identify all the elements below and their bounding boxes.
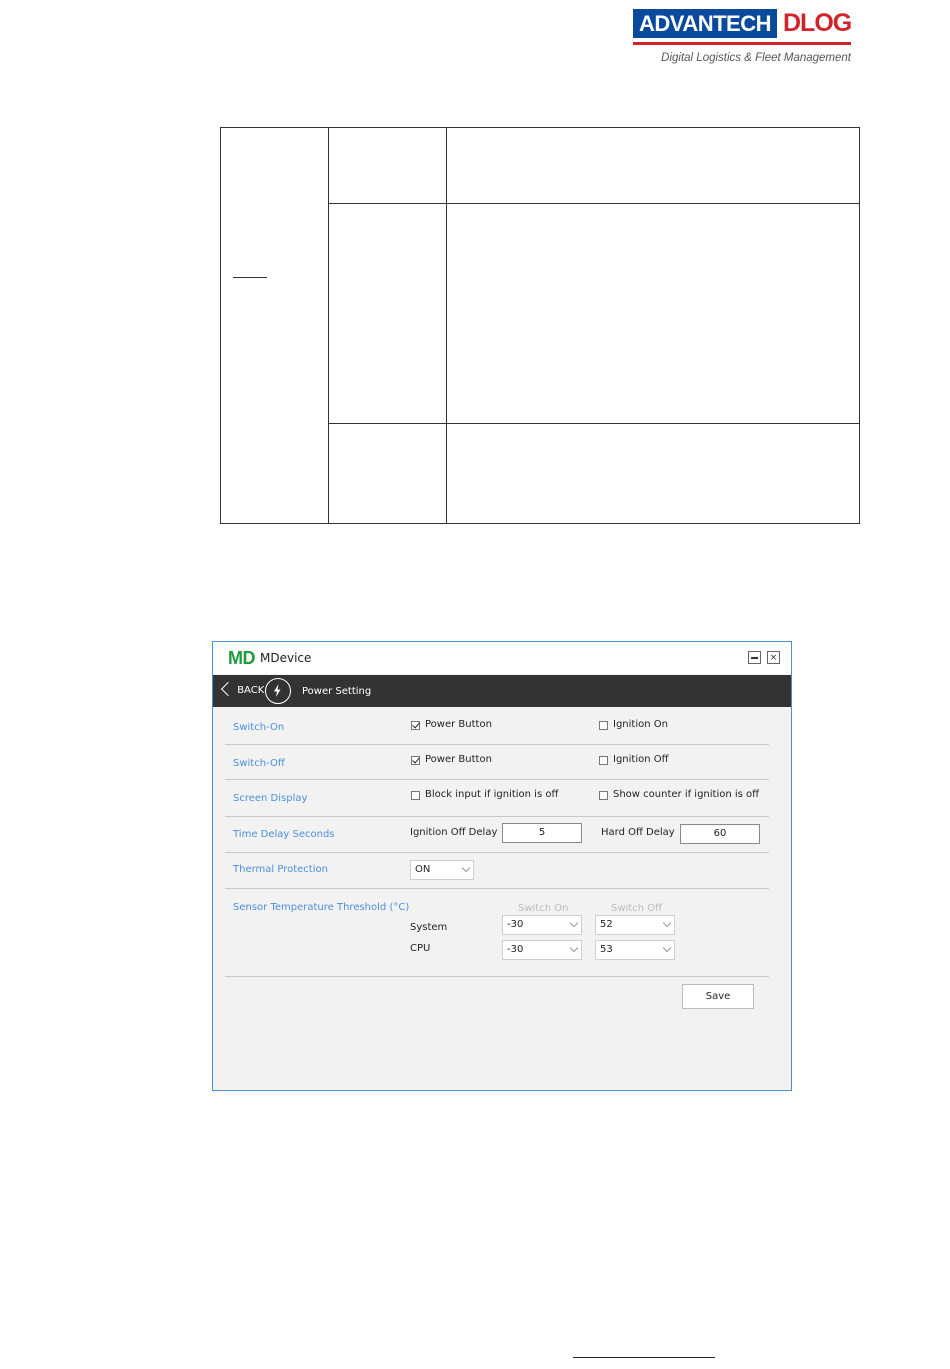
- footer-line: [573, 1357, 715, 1358]
- back-button[interactable]: BACK: [220, 681, 265, 699]
- switch-on-power-button-checkbox[interactable]: [411, 721, 420, 730]
- switch-off-ignition-checkbox[interactable]: [599, 756, 608, 765]
- advantech-logo: ADVANTECH: [633, 9, 777, 38]
- switch-on-column-header: Switch On: [518, 903, 569, 914]
- show-counter-checkbox[interactable]: [599, 791, 608, 800]
- system-switch-on-value: -30: [507, 919, 524, 930]
- logo-divider: [633, 42, 851, 45]
- back-label: BACK: [237, 685, 265, 696]
- hard-off-delay-label: Hard Off Delay: [601, 827, 675, 838]
- cpu-switch-on-select[interactable]: -30: [502, 940, 582, 960]
- close-icon[interactable]: ×: [767, 651, 780, 664]
- sensor-row: Sensor Temperature Threshold (°C) Switch…: [225, 889, 769, 977]
- switch-on-label: Switch-On: [233, 722, 285, 733]
- cpu-switch-off-select[interactable]: 53: [595, 940, 675, 960]
- chevron-down-icon: [662, 943, 672, 953]
- page-title: Power Setting: [302, 686, 372, 697]
- switch-off-power-button-checkbox[interactable]: [411, 756, 420, 765]
- thermal-row: Thermal Protection ON: [225, 853, 769, 889]
- sensor-label: Sensor Temperature Threshold (°C): [233, 902, 410, 913]
- switch-on-ignition-checkbox[interactable]: [599, 721, 608, 730]
- screen-display-label: Screen Display: [233, 793, 308, 804]
- thermal-value: ON: [415, 864, 431, 875]
- document-table: [220, 127, 860, 524]
- switch-on-ignition-label: Ignition On: [613, 719, 668, 730]
- chevron-down-icon: [569, 943, 579, 953]
- switch-off-power-button-label: Power Button: [425, 754, 492, 765]
- brand-tagline: Digital Logistics & Fleet Management: [661, 52, 851, 64]
- nav-bar: BACK Power Setting: [213, 675, 791, 707]
- block-input-label: Block input if ignition is off: [425, 789, 559, 800]
- ignition-off-delay-label: Ignition Off Delay: [410, 827, 498, 838]
- power-icon: [265, 678, 291, 704]
- system-label: System: [410, 922, 448, 933]
- mdevice-window: MD MDevice × BACK Power Setting Switch-O…: [212, 641, 792, 1091]
- switch-on-power-button-label: Power Button: [425, 719, 492, 730]
- dlog-logo: DLOG: [783, 9, 852, 37]
- chevron-down-icon: [461, 863, 471, 873]
- chevron-down-icon: [569, 918, 579, 928]
- save-button[interactable]: Save: [682, 984, 754, 1009]
- switch-off-row: Switch-Off Power Button Ignition Off: [225, 744, 769, 780]
- system-switch-on-select[interactable]: -30: [502, 915, 582, 935]
- switch-off-label: Switch-Off: [233, 758, 285, 769]
- window-title: MDevice: [260, 651, 312, 665]
- hard-off-delay-input[interactable]: 60: [680, 824, 760, 844]
- chevron-left-icon: [220, 681, 236, 697]
- system-switch-off-value: 52: [600, 919, 613, 930]
- switch-on-row: Switch-On Power Button Ignition On: [225, 708, 769, 745]
- chevron-down-icon: [662, 918, 672, 928]
- switch-off-column-header: Switch Off: [611, 903, 663, 914]
- time-delay-row: Time Delay Seconds Ignition Off Delay 5 …: [225, 817, 769, 853]
- thermal-label: Thermal Protection: [233, 864, 328, 875]
- thermal-select[interactable]: ON: [410, 860, 474, 880]
- title-bar: MD MDevice ×: [213, 642, 791, 674]
- time-delay-label: Time Delay Seconds: [233, 829, 335, 840]
- switch-off-ignition-label: Ignition Off: [613, 754, 669, 765]
- minimize-icon[interactable]: [748, 651, 761, 664]
- block-input-checkbox[interactable]: [411, 791, 420, 800]
- ignition-off-delay-input[interactable]: 5: [502, 823, 582, 843]
- screen-display-row: Screen Display Block input if ignition i…: [225, 780, 769, 817]
- cpu-switch-off-value: 53: [600, 944, 613, 955]
- cpu-switch-on-value: -30: [507, 944, 524, 955]
- cpu-label: CPU: [410, 943, 431, 954]
- show-counter-label: Show counter if ignition is off: [613, 789, 760, 800]
- brand-logo: ADVANTECH DLOG Digital Logistics & Fleet…: [633, 9, 853, 69]
- app-logo: MD: [228, 648, 256, 668]
- table-underline: [233, 277, 267, 278]
- system-switch-off-select[interactable]: 52: [595, 915, 675, 935]
